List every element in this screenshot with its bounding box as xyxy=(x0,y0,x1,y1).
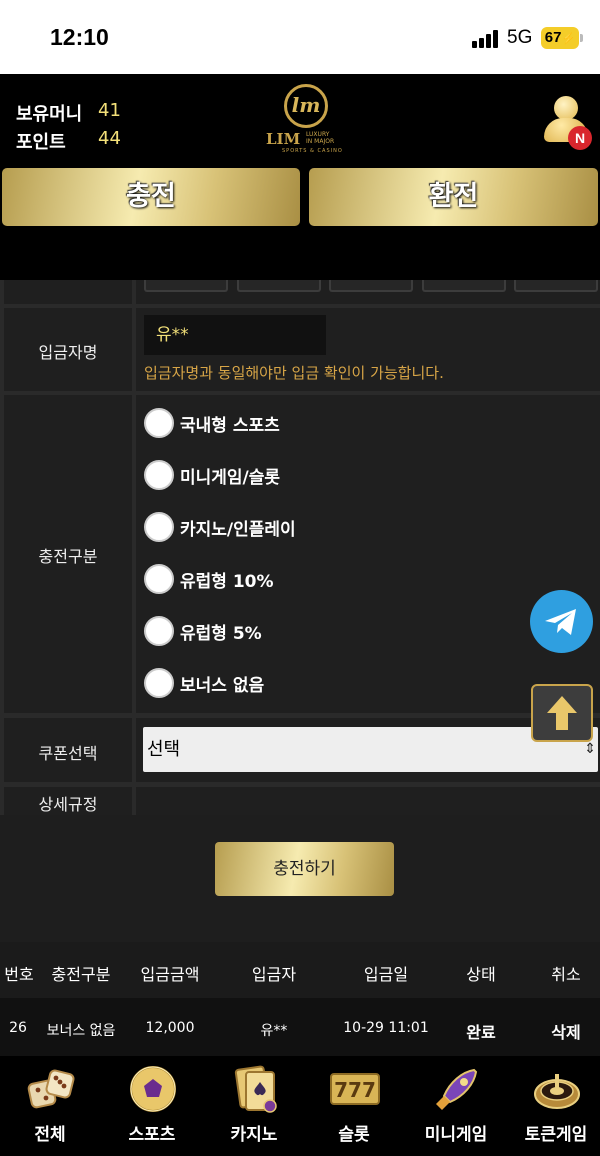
nav-label: 스포츠 xyxy=(128,1125,176,1145)
radio-label: 카지노/인플레이 xyxy=(180,520,296,540)
radio-circle[interactable] xyxy=(144,512,174,542)
user-profile-icon[interactable]: N xyxy=(540,96,596,152)
network-label: 5G xyxy=(507,27,533,48)
nav-label: 전체 xyxy=(34,1125,66,1145)
money-value: 41 xyxy=(98,100,121,121)
nav-item-sports[interactable]: 스포츠 xyxy=(102,1062,202,1152)
coupon-select[interactable]: 선택 ⇕ xyxy=(143,727,598,772)
status-badge: 완료 xyxy=(466,1023,496,1042)
cards-icon xyxy=(234,1065,277,1113)
radio-label: 유럽형 10% xyxy=(180,572,274,592)
status-bar: 12:10 5G 67⚡ xyxy=(0,0,600,74)
amount-button[interactable] xyxy=(144,280,228,292)
amount-button[interactable] xyxy=(329,280,413,292)
logo-subtitle: SPORTS & CASINO xyxy=(282,148,343,154)
signal-icon xyxy=(472,30,500,48)
nav-label: 슬롯 xyxy=(338,1125,370,1145)
amount-button[interactable] xyxy=(237,280,321,292)
logo-mark: lm xyxy=(284,84,328,128)
money-row: 보유머니 41 xyxy=(16,100,121,126)
slot-777-icon: 777 xyxy=(330,1073,380,1105)
coupon-selected: 선택 xyxy=(147,739,181,760)
radio-label: 국내형 스포츠 xyxy=(180,416,280,436)
nav-label: 토큰게임 xyxy=(524,1125,588,1145)
table-cell: 유** xyxy=(260,1023,288,1039)
telegram-icon xyxy=(545,609,576,635)
soccer-ball-icon xyxy=(130,1066,176,1112)
table-header-cell: 번호 xyxy=(4,965,34,984)
roulette-icon xyxy=(534,1074,580,1109)
nav-item-token-game[interactable]: 토큰게임 xyxy=(506,1062,600,1152)
table-header-cell: 충전구분 xyxy=(51,965,111,984)
radio-label: 미니게임/슬롯 xyxy=(180,468,281,488)
radio-circle[interactable] xyxy=(144,564,174,594)
depositor-input[interactable]: 유** xyxy=(144,315,326,355)
point-value: 44 xyxy=(98,128,121,149)
telegram-button[interactable] xyxy=(530,590,593,653)
rules-label: 상세규정 xyxy=(38,795,98,814)
status-time: 12:10 xyxy=(50,24,109,50)
dice-icon xyxy=(27,1069,75,1109)
rocket-icon xyxy=(436,1068,478,1110)
scroll-to-top-button[interactable] xyxy=(531,684,593,742)
svg-text:777: 777 xyxy=(334,1078,376,1102)
table-header-cell: 입금금액 xyxy=(140,965,200,984)
coupon-label: 쿠폰선택 xyxy=(38,744,98,763)
amount-button[interactable] xyxy=(514,280,598,292)
category-cell xyxy=(136,395,600,713)
label-cell xyxy=(4,280,132,304)
tab-exchange[interactable]: 환전 xyxy=(309,168,598,226)
battery-level: 67 xyxy=(544,29,562,46)
radio-label: 유럽형 5% xyxy=(180,624,262,644)
money-label: 보유머니 xyxy=(16,104,83,125)
nav-label: 카지노 xyxy=(230,1125,278,1145)
notification-badge: N xyxy=(568,126,592,150)
radio-label: 보너스 없음 xyxy=(180,676,265,696)
table-cell: 26 xyxy=(9,1020,27,1036)
logo-tagline: LUXURY IN MAJOR xyxy=(306,131,335,145)
point-row: 포인트 44 xyxy=(16,128,121,154)
amount-button[interactable] xyxy=(422,280,506,292)
point-label: 포인트 xyxy=(16,132,66,153)
table-header-cell: 입금자 xyxy=(251,965,297,984)
radio-circle[interactable] xyxy=(144,460,174,490)
delete-button[interactable]: 삭제 xyxy=(540,1019,592,1043)
logo-word: LIM xyxy=(266,130,301,148)
radio-circle[interactable] xyxy=(144,616,174,646)
table-cell: 10-29 11:01 xyxy=(343,1020,429,1036)
battery-icon: 67⚡ xyxy=(541,27,579,49)
rules-cell xyxy=(136,787,600,815)
table-cell: 보너스 없음 xyxy=(46,1023,116,1039)
battery-tip xyxy=(580,34,583,42)
nav-item-casino[interactable]: 카지노 xyxy=(204,1062,304,1152)
nav-item-slot[interactable]: 777 슬롯 xyxy=(304,1062,404,1152)
category-label: 충전구분 xyxy=(38,547,98,566)
charge-submit-button[interactable]: 충전하기 xyxy=(215,842,394,896)
table-header-cell: 입금일 xyxy=(363,965,409,984)
tab-charge[interactable]: 충전 xyxy=(2,168,300,226)
depositor-notice: 입금자명과 동일해야만 입금 확인이 가능합니다. xyxy=(144,364,444,382)
site-header: 보유머니 41 포인트 44 lm LIM LUXURY IN MAJOR SPO… xyxy=(0,74,600,166)
radio-circle[interactable] xyxy=(144,408,174,438)
nav-item-all[interactable]: 전체 xyxy=(0,1062,100,1152)
nav-label: 미니게임 xyxy=(424,1125,488,1145)
site-logo[interactable]: lm LIM LUXURY IN MAJOR SPORTS & CASINO xyxy=(262,84,352,154)
nav-item-minigame[interactable]: 미니게임 xyxy=(406,1062,506,1152)
arrow-up-icon xyxy=(547,696,577,730)
depositor-label: 입금자명 xyxy=(38,343,98,362)
table-header-cell: 취소 xyxy=(551,965,581,984)
table-cell: 12,000 xyxy=(145,1020,195,1036)
table-header-cell: 상태 xyxy=(466,965,496,984)
radio-circle[interactable] xyxy=(144,668,174,698)
